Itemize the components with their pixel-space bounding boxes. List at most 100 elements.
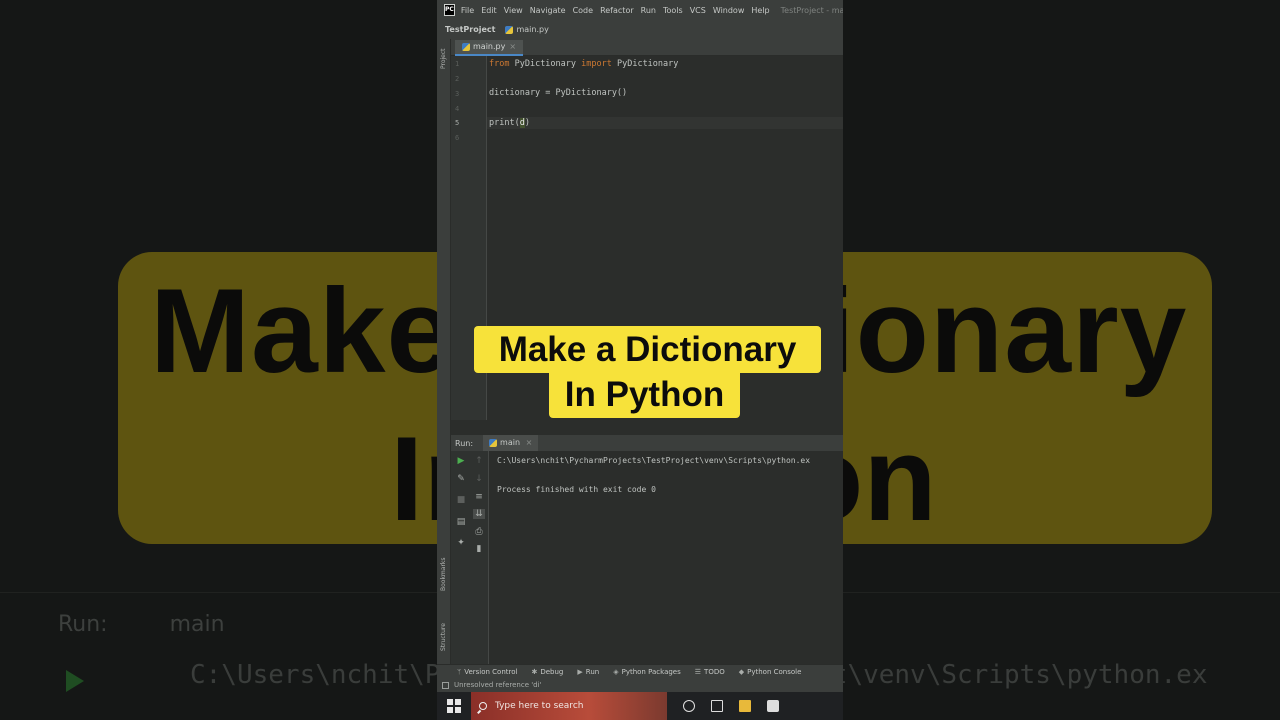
play-icon: ▶ — [577, 667, 583, 676]
line-number: 3 — [455, 90, 460, 98]
line-number: 1 — [455, 60, 460, 68]
breadcrumb-project[interactable]: TestProject — [445, 25, 495, 34]
keyword-import: import — [581, 59, 612, 69]
code-line-1: from PyDictionary import PyDictionary — [489, 59, 678, 69]
scroll-to-end-icon[interactable]: ⇊ — [473, 509, 485, 519]
tab-label: main.py — [473, 42, 506, 51]
left-tool-strip: Project Bookmarks Structure — [437, 39, 451, 664]
menu-navigate[interactable]: Navigate — [530, 6, 566, 15]
run-label: Run: — [455, 438, 474, 448]
tool-version-control[interactable]: ᛘ Version Control — [457, 668, 517, 676]
background-run-label: Run: — [58, 612, 108, 637]
python-file-icon — [505, 25, 514, 34]
project-tool-tab[interactable]: Project — [440, 48, 447, 69]
breadcrumb-file[interactable]: main.py — [516, 25, 548, 34]
tool-todo[interactable]: ☰ TODO — [695, 668, 725, 676]
console-line-exit: Process finished with exit code 0 — [497, 485, 656, 494]
list-icon: ☰ — [694, 667, 702, 676]
layout-icon[interactable]: ▤ — [455, 517, 467, 527]
arrow-down-icon[interactable]: ↓ — [473, 474, 485, 484]
run-tab-main[interactable]: main × — [483, 435, 539, 451]
menu-help[interactable]: Help — [751, 6, 769, 15]
trash-icon[interactable]: ▮ — [473, 544, 485, 554]
editor-tab-bar: main.py × — [451, 39, 843, 56]
status-message: Unresolved reference 'di' — [454, 681, 542, 689]
console-icon: ◆ — [738, 667, 745, 676]
file-explorer-icon[interactable] — [739, 700, 751, 712]
print-icon[interactable]: ⎙ — [473, 527, 485, 537]
line-number: 2 — [455, 75, 460, 83]
code-close-paren: ) — [524, 118, 530, 128]
menu-window[interactable]: Window — [713, 6, 745, 15]
menu-run[interactable]: Run — [641, 6, 656, 15]
tool-label: Python Console — [747, 667, 802, 676]
windows-taskbar: Type here to search — [437, 692, 843, 720]
wrench-icon[interactable]: ✎ — [455, 474, 467, 484]
code-line-3: dictionary = PyDictionary() — [489, 88, 628, 98]
tool-label: Run — [585, 667, 600, 676]
pin-icon[interactable]: ✦ — [455, 538, 467, 548]
status-bar: Unresolved reference 'di' — [437, 678, 843, 692]
run-tab-close-icon[interactable]: × — [526, 438, 533, 447]
line-number: 6 — [455, 134, 460, 142]
tool-label: Debug — [540, 667, 564, 676]
run-toolbar: ▶ ✎ ■ ▤ ✦ ↑ ↓ ≡ ⇊ ⎙ ▮ — [451, 451, 489, 664]
stop-icon[interactable]: ■ — [455, 495, 467, 505]
cortana-icon[interactable] — [683, 700, 695, 712]
tab-main-py[interactable]: main.py × — [455, 40, 524, 56]
menu-vcs[interactable]: VCS — [690, 6, 706, 15]
bug-icon: ✱ — [531, 667, 538, 676]
imported-name: PyDictionary — [611, 59, 679, 69]
tool-debug[interactable]: ✱ Debug — [531, 668, 563, 676]
tool-python-console[interactable]: ◆ Python Console — [739, 668, 802, 676]
structure-tool-tab[interactable]: Structure — [440, 623, 447, 651]
line-number: 5 — [455, 119, 460, 127]
menu-refactor[interactable]: Refactor — [600, 6, 634, 15]
code-line-5: print(d) — [489, 118, 530, 128]
background-run-tab: main — [169, 612, 225, 637]
store-icon[interactable] — [767, 700, 779, 712]
taskbar-search-box[interactable]: Type here to search — [471, 692, 667, 720]
python-file-icon — [489, 438, 498, 447]
background-play-icon — [66, 670, 84, 692]
tool-run[interactable]: ▶ Run — [577, 668, 599, 676]
menu-code[interactable]: Code — [573, 6, 593, 15]
tool-label: Python Packages — [621, 667, 681, 676]
line-number: 4 — [455, 105, 460, 113]
bottom-tool-bar: ᛘ Version Control ✱ Debug ▶ Run ◈ Python Pac… — [437, 664, 843, 678]
packages-icon: ◈ — [613, 667, 619, 676]
soft-wrap-icon[interactable]: ≡ — [473, 492, 485, 502]
run-console-output[interactable]: C:\Users\nchit\PycharmProjects\TestProje… — [489, 451, 843, 664]
console-line-path: C:\Users\nchit\PycharmProjects\TestProje… — [497, 456, 811, 465]
tool-python-packages[interactable]: ◈ Python Packages — [613, 668, 681, 676]
menu-view[interactable]: View — [504, 6, 523, 15]
search-icon — [479, 702, 487, 710]
current-line-highlight — [487, 117, 843, 129]
menu-edit[interactable]: Edit — [481, 6, 497, 15]
pycharm-logo-icon: PC — [444, 4, 455, 16]
windows-start-icon[interactable] — [447, 699, 461, 713]
run-tab-label: main — [500, 438, 521, 447]
arrow-up-icon[interactable]: ↑ — [473, 456, 485, 466]
status-toggle-icon[interactable] — [442, 681, 449, 689]
rerun-icon[interactable]: ▶ — [455, 456, 467, 466]
keyword-from: from — [489, 59, 510, 69]
menu-tools[interactable]: Tools — [663, 6, 683, 15]
tool-label: TODO — [704, 667, 725, 676]
title-card-line-2: In Python — [549, 372, 740, 418]
bookmarks-tool-tab[interactable]: Bookmarks — [440, 557, 447, 591]
search-placeholder: Type here to search — [495, 701, 584, 711]
task-view-icon[interactable] — [711, 700, 723, 712]
python-file-icon — [462, 42, 470, 51]
navigation-bar: TestProject main.py — [437, 20, 843, 39]
module-name: PyDictionary — [509, 59, 582, 69]
title-card-line-1: Make a Dictionary — [474, 326, 821, 373]
tool-label: Version Control — [464, 667, 518, 676]
menu-file[interactable]: File — [461, 6, 474, 15]
video-frame: Make a Dictionary In Python Run: main C:\… — [0, 0, 1280, 720]
code-print-call: print( — [489, 118, 520, 128]
background-run-header: Run: main — [58, 612, 225, 637]
window-title: TestProject - ma — [780, 5, 843, 15]
tab-close-icon[interactable]: × — [509, 42, 516, 51]
run-tool-header: Run: main × — [451, 435, 843, 451]
